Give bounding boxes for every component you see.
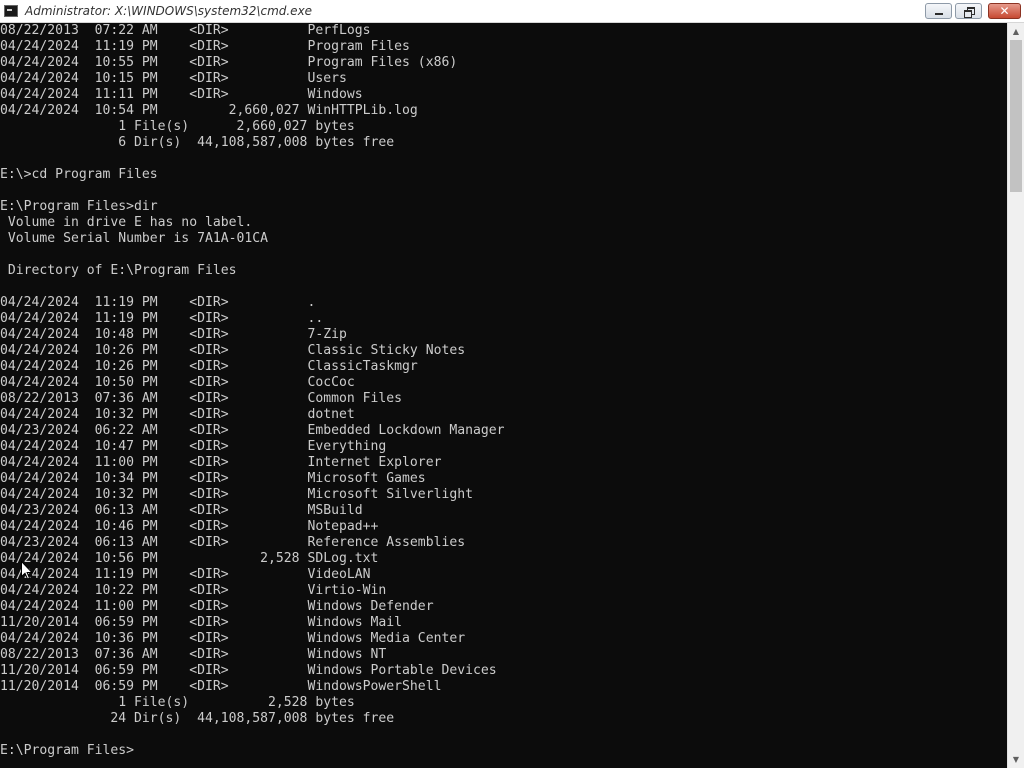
console-line: 04/24/2024 11:19 PM <DIR> VideoLAN	[0, 567, 371, 582]
console-line: 04/24/2024 10:56 PM 2,528 SDLog.txt	[0, 551, 379, 566]
console-line: 04/24/2024 10:26 PM <DIR> Classic Sticky…	[0, 343, 466, 358]
console-line: Directory of E:\Program Files	[0, 263, 237, 278]
console-line: 04/24/2024 11:19 PM <DIR> Program Files	[0, 39, 410, 54]
console-line: E:\Program Files>dir	[0, 199, 158, 214]
console-line: 04/24/2024 10:32 PM <DIR> Microsoft Silv…	[0, 487, 473, 502]
vertical-scrollbar[interactable]: ▲ ▼	[1007, 23, 1024, 768]
console-line: 6 Dir(s) 44,108,587,008 bytes free	[0, 135, 395, 150]
cmd-icon[interactable]	[4, 5, 18, 17]
console-line: 11/20/2014 06:59 PM <DIR> WindowsPowerSh…	[0, 679, 442, 694]
console-line: 24 Dir(s) 44,108,587,008 bytes free	[0, 711, 395, 726]
console-line: 04/24/2024 10:34 PM <DIR> Microsoft Game…	[0, 471, 426, 486]
console-line: 04/24/2024 10:47 PM <DIR> Everything	[0, 439, 387, 454]
console-output[interactable]: 08/22/2013 07:22 AM <DIR> PerfLogs 04/24/…	[0, 23, 1007, 768]
scroll-down-icon[interactable]: ▼	[1008, 751, 1024, 768]
console-line: 04/24/2024 11:00 PM <DIR> Internet Explo…	[0, 455, 442, 470]
console-line: 04/24/2024 11:19 PM <DIR> .	[0, 295, 316, 310]
console-line: 04/24/2024 10:50 PM <DIR> CocCoc	[0, 375, 355, 390]
console-line: 08/22/2013 07:36 AM <DIR> Common Files	[0, 391, 403, 406]
console-line: 1 File(s) 2,528 bytes	[0, 695, 355, 710]
console-line: 08/22/2013 07:22 AM <DIR> PerfLogs	[0, 23, 371, 38]
scroll-up-icon[interactable]: ▲	[1008, 23, 1024, 40]
console-line: 04/24/2024 10:36 PM <DIR> Windows Media …	[0, 631, 466, 646]
console-line: Volume in drive E has no label.	[0, 215, 253, 230]
restore-icon	[964, 7, 975, 18]
title-bar[interactable]: Administrator: X:\WINDOWS\system32\cmd.e…	[0, 0, 1024, 23]
console-line: 04/24/2024 10:15 PM <DIR> Users	[0, 71, 347, 86]
console-line: 04/24/2024 10:54 PM 2,660,027 WinHTTPLib…	[0, 103, 418, 118]
mouse-pointer-icon	[21, 560, 34, 585]
cmd-window: Administrator: X:\WINDOWS\system32\cmd.e…	[0, 0, 1024, 768]
minimize-icon	[935, 13, 943, 15]
console-line: 1 File(s) 2,660,027 bytes	[0, 119, 355, 134]
console-line: 04/24/2024 10:48 PM <DIR> 7-Zip	[0, 327, 347, 342]
console-line: 04/23/2024 06:22 AM <DIR> Embedded Lockd…	[0, 423, 505, 438]
console-line: 04/24/2024 10:46 PM <DIR> Notepad++	[0, 519, 379, 534]
console-text: 08/22/2013 07:22 AM <DIR> PerfLogs 04/24/…	[0, 23, 1007, 759]
console-line: 04/23/2024 06:13 AM <DIR> MSBuild	[0, 503, 363, 518]
console-line: 04/24/2024 11:19 PM <DIR> ..	[0, 311, 324, 326]
window-title: Administrator: X:\WINDOWS\system32\cmd.e…	[25, 4, 313, 18]
minimize-button[interactable]	[925, 3, 952, 19]
console-line: 04/24/2024 10:32 PM <DIR> dotnet	[0, 407, 355, 422]
console-line: 04/23/2024 06:13 AM <DIR> Reference Asse…	[0, 535, 466, 550]
console-line: 11/20/2014 06:59 PM <DIR> Windows Portab…	[0, 663, 497, 678]
console-line: 04/24/2024 10:22 PM <DIR> Virtio-Win	[0, 583, 387, 598]
close-button[interactable]: ✕	[988, 3, 1021, 19]
restore-button[interactable]	[955, 3, 982, 19]
scroll-thumb[interactable]	[1010, 40, 1022, 192]
console-line: 08/22/2013 07:36 AM <DIR> Windows NT	[0, 647, 387, 662]
close-icon: ✕	[999, 4, 1010, 18]
console-line: 04/24/2024 10:26 PM <DIR> ClassicTaskmgr	[0, 359, 418, 374]
console-line: 04/24/2024 11:11 PM <DIR> Windows	[0, 87, 363, 102]
console-line: 04/24/2024 11:00 PM <DIR> Windows Defend…	[0, 599, 434, 614]
console-line: 04/24/2024 10:55 PM <DIR> Program Files …	[0, 55, 458, 70]
console-line: Volume Serial Number is 7A1A-01CA	[0, 231, 269, 246]
console-line: E:\>cd Program Files	[0, 167, 158, 182]
console-line: 11/20/2014 06:59 PM <DIR> Windows Mail	[0, 615, 403, 630]
console-line: E:\Program Files>	[0, 743, 135, 758]
